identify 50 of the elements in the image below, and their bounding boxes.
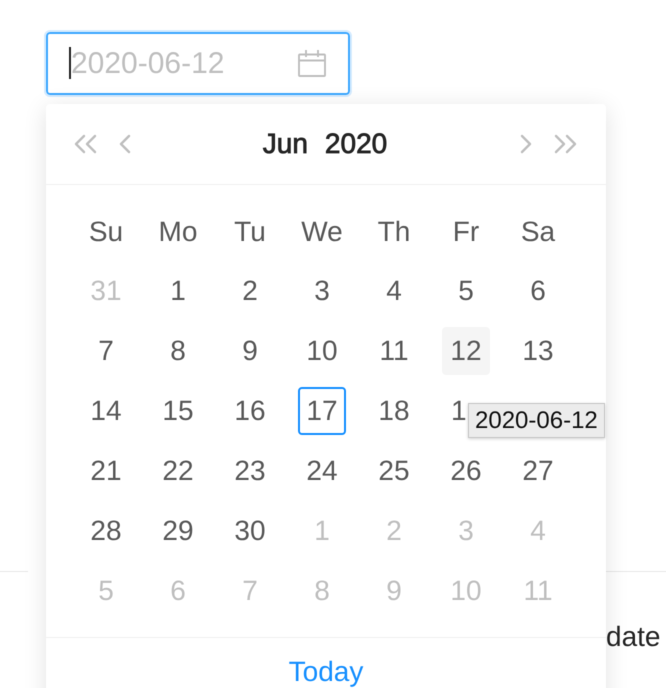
calendar-day[interactable]: 4 (370, 267, 418, 315)
weekday-label: Mo (158, 215, 198, 249)
calendar-day[interactable]: 13 (514, 327, 562, 375)
tooltip: 2020-06-12 (468, 403, 605, 438)
date-input-field[interactable]: 2020-06-12 (44, 30, 352, 97)
double-chevron-right-icon (552, 134, 578, 154)
calendar-day[interactable]: 1 (154, 267, 202, 315)
calendar-day[interactable]: 14 (82, 387, 130, 435)
next-year-button[interactable] (552, 134, 578, 154)
calendar-day[interactable]: 28 (82, 507, 130, 555)
calendar-day[interactable]: 15 (154, 387, 202, 435)
calendar-day[interactable]: 18 (370, 387, 418, 435)
calendar-day[interactable]: 27 (514, 447, 562, 495)
calendar-day[interactable]: 23 (226, 447, 274, 495)
calendar-day[interactable]: 29 (154, 507, 202, 555)
weekday-label: Su (88, 215, 124, 249)
calendar-day[interactable]: 6 (514, 267, 562, 315)
calendar-day[interactable]: 11 (370, 327, 418, 375)
calendar-day[interactable]: 9 (226, 327, 274, 375)
weekday-label: We (301, 215, 343, 249)
weekday-label: Tu (234, 215, 266, 249)
calendar-day[interactable]: 24 (298, 447, 346, 495)
calendar-day[interactable]: 30 (226, 507, 274, 555)
weekday-label: Th (378, 215, 410, 249)
calendar-day[interactable]: 7 (82, 327, 130, 375)
calendar-day[interactable]: 17 (298, 387, 346, 435)
weekday-label: Fr (452, 215, 480, 249)
text-cursor-icon (69, 47, 71, 79)
calendar-day[interactable]: 5 (442, 267, 490, 315)
calendar-day[interactable]: 10 (298, 327, 346, 375)
next-month-button[interactable] (518, 134, 532, 154)
previous-month-button[interactable] (118, 134, 132, 154)
calendar-day[interactable]: 22 (154, 447, 202, 495)
double-chevron-left-icon (72, 134, 98, 154)
year-select-button[interactable]: 2020 (324, 127, 388, 161)
calendar-day[interactable]: 21 (82, 447, 130, 495)
calendar-day[interactable]: 25 (370, 447, 418, 495)
weekday-label: Sa (520, 215, 556, 249)
calendar-day[interactable]: 2 (226, 267, 274, 315)
calendar-day[interactable]: 16 (226, 387, 274, 435)
background-label: date (606, 621, 660, 652)
calendar-day[interactable]: 26 (442, 447, 490, 495)
month-select-button[interactable]: Jun (262, 127, 308, 161)
calendar-day[interactable]: 8 (154, 327, 202, 375)
calendar-day[interactable]: 12 (442, 327, 490, 375)
chevron-left-icon (118, 134, 132, 154)
calendar-icon (298, 50, 326, 77)
chevron-right-icon (518, 134, 532, 154)
previous-year-button[interactable] (72, 134, 98, 154)
calendar-day[interactable]: 3 (298, 267, 346, 315)
